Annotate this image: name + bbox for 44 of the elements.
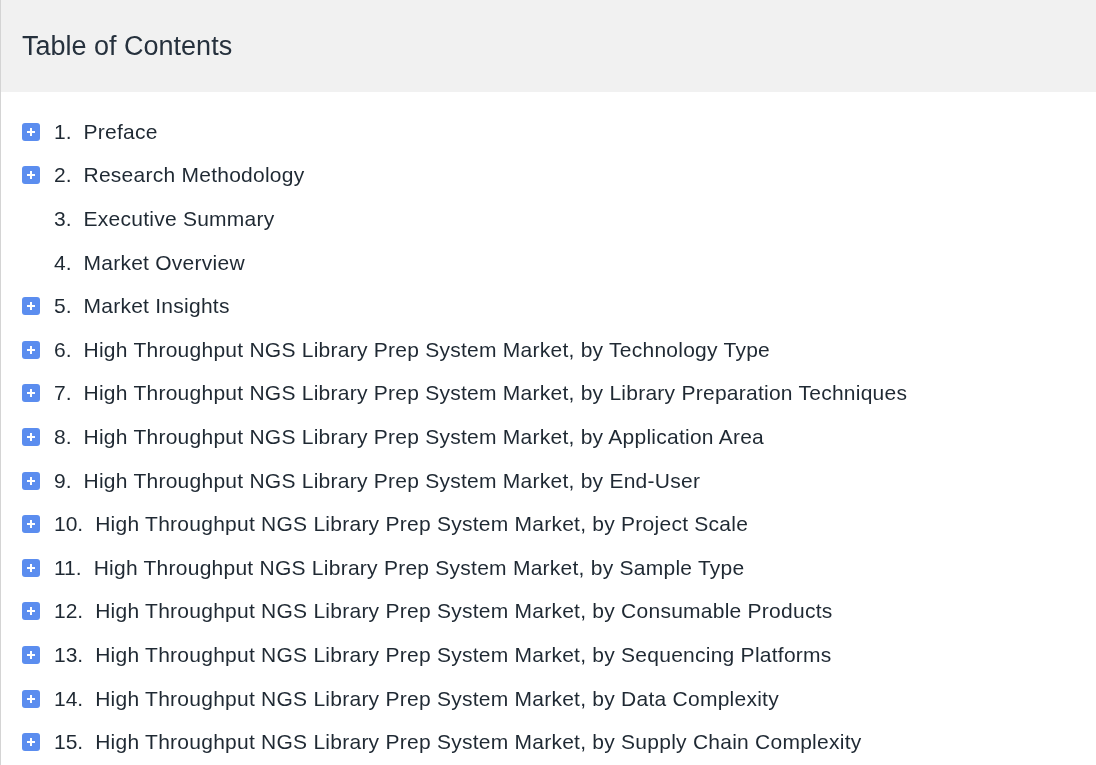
panel-title: Table of Contents xyxy=(22,30,233,62)
section-number: 13. xyxy=(54,642,84,667)
expand-icon[interactable] xyxy=(22,558,40,577)
section-link[interactable]: Research Methodology xyxy=(83,163,305,188)
expand-icon[interactable] xyxy=(22,384,40,403)
section-number: 1. xyxy=(54,119,72,144)
expand-icon[interactable] xyxy=(22,297,40,316)
section-number: 11. xyxy=(54,555,82,580)
section-link[interactable]: High Throughput NGS Library Prep System Market, by Data Complexity xyxy=(95,686,779,711)
section-link[interactable]: High Throughput NGS Library Prep System Market, by Sample Type xyxy=(93,555,745,580)
expand-icon[interactable] xyxy=(22,602,40,621)
expand-icon[interactable] xyxy=(22,122,40,141)
section-number: 7. xyxy=(54,381,72,406)
section-number: 14. xyxy=(54,686,84,711)
section-link[interactable]: High Throughput NGS Library Prep System Market, by Technology Type xyxy=(83,337,771,362)
section-number: 12. xyxy=(54,599,84,624)
section-number: 8. xyxy=(54,424,72,449)
section-link[interactable]: High Throughput NGS Library Prep System Market, by Project Scale xyxy=(95,512,749,537)
section-number: 9. xyxy=(54,468,72,493)
expand-icon[interactable] xyxy=(22,471,40,490)
expand-icon[interactable] xyxy=(22,689,40,708)
section-link[interactable]: High Throughput NGS Library Prep System Market, by Consumable Products xyxy=(95,599,833,624)
section-number: 6. xyxy=(54,337,72,362)
expand-icon[interactable] xyxy=(22,166,40,185)
section-number: 15. xyxy=(54,730,84,755)
expand-icon[interactable] xyxy=(22,515,40,534)
section-number: 4. xyxy=(54,250,72,275)
section-number: 5. xyxy=(54,294,72,319)
section-link[interactable]: Executive Summary xyxy=(83,207,275,231)
section-link[interactable]: High Throughput NGS Library Prep System Market, by Supply Chain Complexity xyxy=(95,730,862,755)
section-link[interactable]: High Throughput NGS Library Prep System Market, by Library Preparation Techniques xyxy=(83,381,908,406)
section-number: 10. xyxy=(54,512,84,537)
section-link[interactable]: High Throughput NGS Library Prep System Market, by End-User xyxy=(83,468,701,493)
expand-icon[interactable] xyxy=(22,427,40,446)
section-number: 2. xyxy=(54,163,72,188)
section-link[interactable]: High Throughput NGS Library Prep System Market, by Application Area xyxy=(83,424,765,449)
section-link[interactable]: Market Insights xyxy=(83,294,230,319)
section-link[interactable]: Preface xyxy=(83,119,158,144)
section-link[interactable]: High Throughput NGS Library Prep System Market, by Sequencing Platforms xyxy=(95,642,832,667)
section-number: 3. xyxy=(54,207,72,231)
section-link[interactable]: Market Overview xyxy=(83,250,245,275)
expand-icon[interactable] xyxy=(22,645,40,664)
expand-icon[interactable] xyxy=(22,733,40,752)
expand-icon[interactable] xyxy=(22,340,40,359)
